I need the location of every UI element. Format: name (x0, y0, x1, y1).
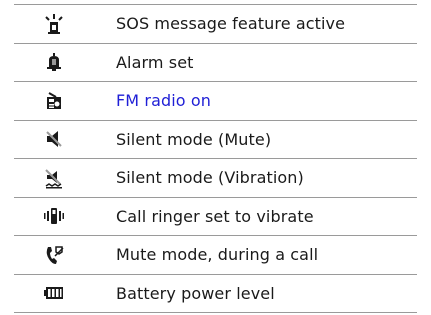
speaker-mute-icon (46, 131, 62, 148)
fm-radio-icon (47, 91, 61, 109)
row-label: FM radio on (116, 91, 211, 111)
table-row-silent-mute: Silent mode (Mute) (14, 120, 417, 159)
sos-icon (45, 13, 63, 34)
silent-vibration-icon (45, 169, 62, 189)
table-row-call-mute: Mute mode, during a call (14, 235, 417, 275)
table-row-battery: Battery power level (14, 274, 417, 313)
row-label: Silent mode (Vibration) (116, 168, 304, 188)
table-row-alarm: Alarm set (14, 43, 417, 82)
row-label: Battery power level (116, 283, 275, 303)
call-mute-icon (46, 246, 64, 264)
row-label: Silent mode (Mute) (116, 129, 272, 149)
table-row-sos: SOS message feature active (14, 4, 417, 44)
vibrate-icon (44, 208, 64, 225)
row-label: SOS message feature active (116, 14, 346, 34)
row-label: Mute mode, during a call (116, 245, 319, 265)
table-row-fm-radio: FM radio on (14, 81, 417, 121)
alarm-bell-icon (47, 53, 61, 72)
row-label: Call ringer set to vibrate (116, 206, 314, 226)
battery-icon (44, 287, 63, 300)
table-row-vibrate: Call ringer set to vibrate (14, 197, 417, 236)
status-icon-table: SOS message feature active Alarm set FM … (14, 4, 417, 313)
row-label: Alarm set (116, 52, 194, 72)
table-row-silent-vibration: Silent mode (Vibration) (14, 158, 417, 198)
